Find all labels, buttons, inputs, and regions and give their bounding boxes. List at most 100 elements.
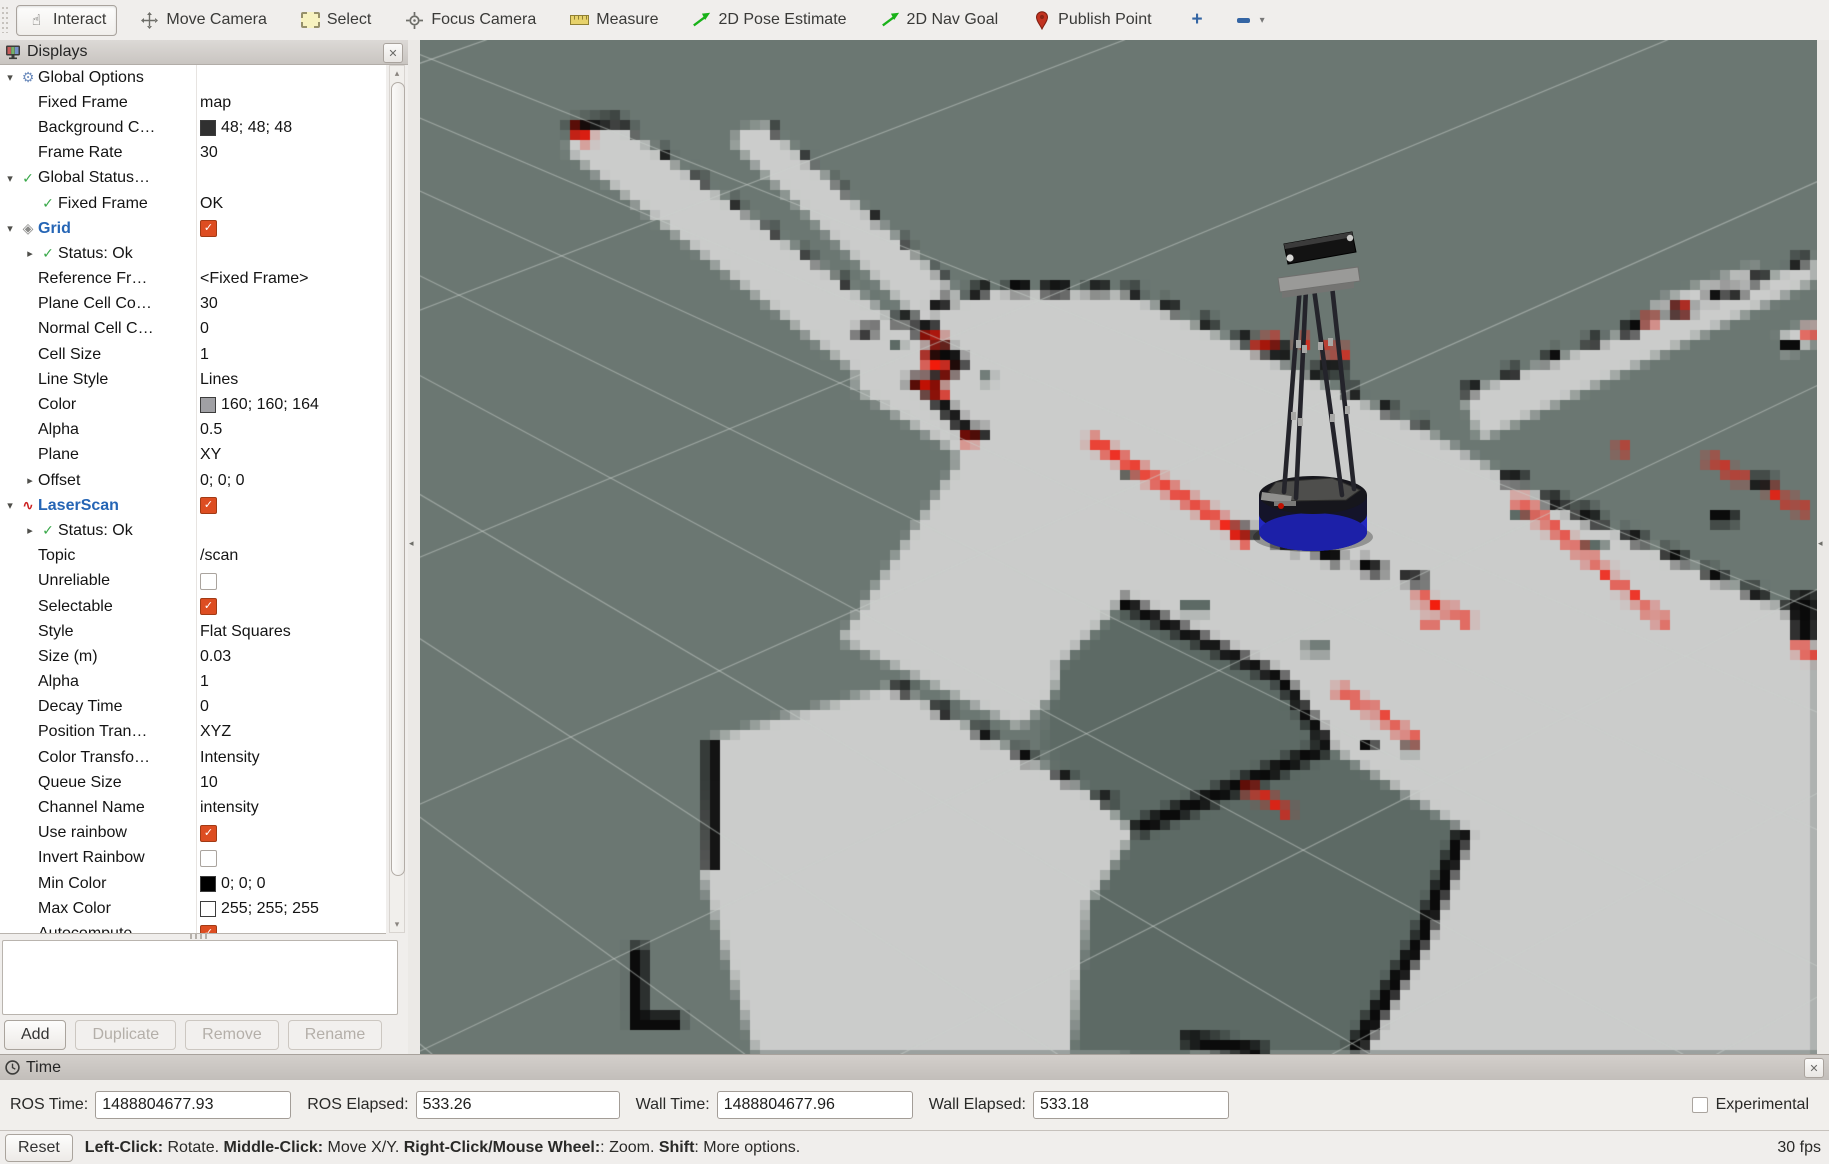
expander-icon[interactable]: ▸: [22, 247, 38, 260]
property-checkbox[interactable]: ✓: [200, 598, 217, 615]
property-checkbox[interactable]: [200, 573, 217, 590]
property-value[interactable]: Intensity: [197, 745, 386, 770]
tool-interact[interactable]: ☝ Interact: [16, 5, 117, 36]
property-row[interactable]: Background C…48; 48; 48: [0, 115, 386, 140]
property-row[interactable]: Unreliable: [0, 569, 386, 594]
map-render-canvas[interactable]: [420, 40, 1817, 1054]
property-checkbox[interactable]: ✓: [200, 925, 217, 934]
remove-tool-button[interactable]: ▾: [1226, 9, 1276, 32]
property-value[interactable]: 255; 255; 255: [197, 896, 386, 921]
property-row[interactable]: ▾✓Global Status…: [0, 166, 386, 191]
property-value[interactable]: ✓: [197, 493, 386, 518]
property-value[interactable]: ✓: [197, 216, 386, 241]
property-value[interactable]: 0; 0; 0: [197, 871, 386, 896]
property-row[interactable]: Queue Size10: [0, 770, 386, 795]
wall-time-input[interactable]: [717, 1091, 913, 1119]
property-value[interactable]: intensity: [197, 795, 386, 820]
expander-icon[interactable]: ▾: [2, 71, 18, 84]
collapse-right-icon[interactable]: ◂: [1818, 538, 1823, 549]
property-value[interactable]: ✓: [197, 594, 386, 619]
tool-measure[interactable]: Measure: [559, 5, 669, 36]
property-checkbox[interactable]: ✓: [200, 220, 217, 237]
property-row[interactable]: Max Color255; 255; 255: [0, 896, 386, 921]
property-value[interactable]: XY: [197, 443, 386, 468]
rename-button[interactable]: Rename: [288, 1020, 382, 1050]
property-row[interactable]: Alpha0.5: [0, 418, 386, 443]
displays-scrollbar[interactable]: ▴ ▾: [389, 65, 405, 933]
right-panel-collapse-gutter[interactable]: ◂: [1817, 40, 1829, 1054]
property-value[interactable]: Lines: [197, 367, 386, 392]
panel-splitter-handle[interactable]: [190, 934, 210, 939]
tool-publish-point[interactable]: Publish Point: [1021, 5, 1162, 36]
property-value[interactable]: [197, 569, 386, 594]
property-row[interactable]: Invert Rainbow: [0, 846, 386, 871]
displays-panel-header[interactable]: Displays ✕: [0, 40, 408, 65]
property-row[interactable]: Line StyleLines: [0, 367, 386, 392]
property-value[interactable]: [197, 518, 386, 543]
wall-elapsed-input[interactable]: [1033, 1091, 1229, 1119]
expander-icon[interactable]: ▾: [2, 222, 18, 235]
property-value[interactable]: OK: [197, 191, 386, 216]
ros-elapsed-input[interactable]: [416, 1091, 620, 1119]
ros-time-input[interactable]: [95, 1091, 291, 1119]
property-row[interactable]: Decay Time0: [0, 695, 386, 720]
property-checkbox[interactable]: [200, 850, 217, 867]
property-value[interactable]: 0: [197, 695, 386, 720]
time-close-icon[interactable]: ✕: [1804, 1058, 1824, 1078]
duplicate-button[interactable]: Duplicate: [75, 1020, 176, 1050]
property-row[interactable]: ▸✓Status: Ok: [0, 518, 386, 543]
scrollbar-up-icon[interactable]: ▴: [390, 68, 404, 79]
property-row[interactable]: ▸✓Status: Ok: [0, 241, 386, 266]
property-value[interactable]: map: [197, 90, 386, 115]
property-row[interactable]: ✓Fixed FrameOK: [0, 191, 386, 216]
property-row[interactable]: PlaneXY: [0, 443, 386, 468]
tool-select[interactable]: Select: [290, 5, 382, 36]
property-row[interactable]: StyleFlat Squares: [0, 619, 386, 644]
property-row[interactable]: ▾⚙Global Options: [0, 65, 386, 90]
property-value[interactable]: 30: [197, 292, 386, 317]
tool-2d-pose-estimate[interactable]: 2D Pose Estimate: [681, 5, 857, 36]
property-row[interactable]: Channel Nameintensity: [0, 795, 386, 820]
property-value[interactable]: 1: [197, 342, 386, 367]
property-value[interactable]: [197, 241, 386, 266]
expander-icon[interactable]: ▾: [2, 499, 18, 512]
property-checkbox[interactable]: ✓: [200, 825, 217, 842]
time-panel-header[interactable]: Time ✕: [0, 1054, 1829, 1080]
property-row[interactable]: Normal Cell C…0: [0, 317, 386, 342]
property-value[interactable]: <Fixed Frame>: [197, 267, 386, 292]
collapse-left-icon[interactable]: ◂: [409, 538, 414, 549]
property-value[interactable]: 0.5: [197, 418, 386, 443]
property-value[interactable]: /scan: [197, 544, 386, 569]
expander-icon[interactable]: ▸: [22, 474, 38, 487]
tool-focus-camera[interactable]: Focus Camera: [394, 5, 547, 36]
displays-property-tree[interactable]: ▾⚙Global OptionsFixed FramemapBackground…: [0, 65, 386, 934]
property-checkbox[interactable]: ✓: [200, 497, 217, 514]
experimental-toggle[interactable]: Experimental: [1692, 1096, 1809, 1114]
property-value[interactable]: 10: [197, 770, 386, 795]
property-value[interactable]: [197, 846, 386, 871]
property-value[interactable]: 160; 160; 164: [197, 392, 386, 417]
remove-button[interactable]: Remove: [185, 1020, 279, 1050]
add-button[interactable]: Add: [4, 1020, 66, 1050]
tool-2d-nav-goal[interactable]: 2D Nav Goal: [870, 5, 1010, 36]
left-panel-collapse-gutter[interactable]: ◂: [408, 40, 420, 1054]
property-value[interactable]: 48; 48; 48: [197, 115, 386, 140]
property-value[interactable]: [197, 166, 386, 191]
property-value[interactable]: 0; 0; 0: [197, 468, 386, 493]
property-row[interactable]: Reference Fr…<Fixed Frame>: [0, 267, 386, 292]
property-row[interactable]: Position Tran…XYZ: [0, 720, 386, 745]
property-row[interactable]: ▸Offset0; 0; 0: [0, 468, 386, 493]
add-tool-button[interactable]: +: [1181, 3, 1214, 37]
property-row[interactable]: Frame Rate30: [0, 141, 386, 166]
displays-close-icon[interactable]: ✕: [383, 43, 403, 63]
property-row[interactable]: Min Color0; 0; 0: [0, 871, 386, 896]
property-row[interactable]: Size (m)0.03: [0, 644, 386, 669]
property-value[interactable]: 30: [197, 141, 386, 166]
property-value[interactable]: Flat Squares: [197, 619, 386, 644]
property-row[interactable]: Fixed Framemap: [0, 90, 386, 115]
tool-move-camera[interactable]: Move Camera: [129, 5, 277, 36]
property-row[interactable]: ▾◈Grid✓: [0, 216, 386, 241]
3d-viewport[interactable]: [420, 40, 1817, 1054]
property-value[interactable]: 0: [197, 317, 386, 342]
property-row[interactable]: ▾∿LaserScan✓: [0, 493, 386, 518]
